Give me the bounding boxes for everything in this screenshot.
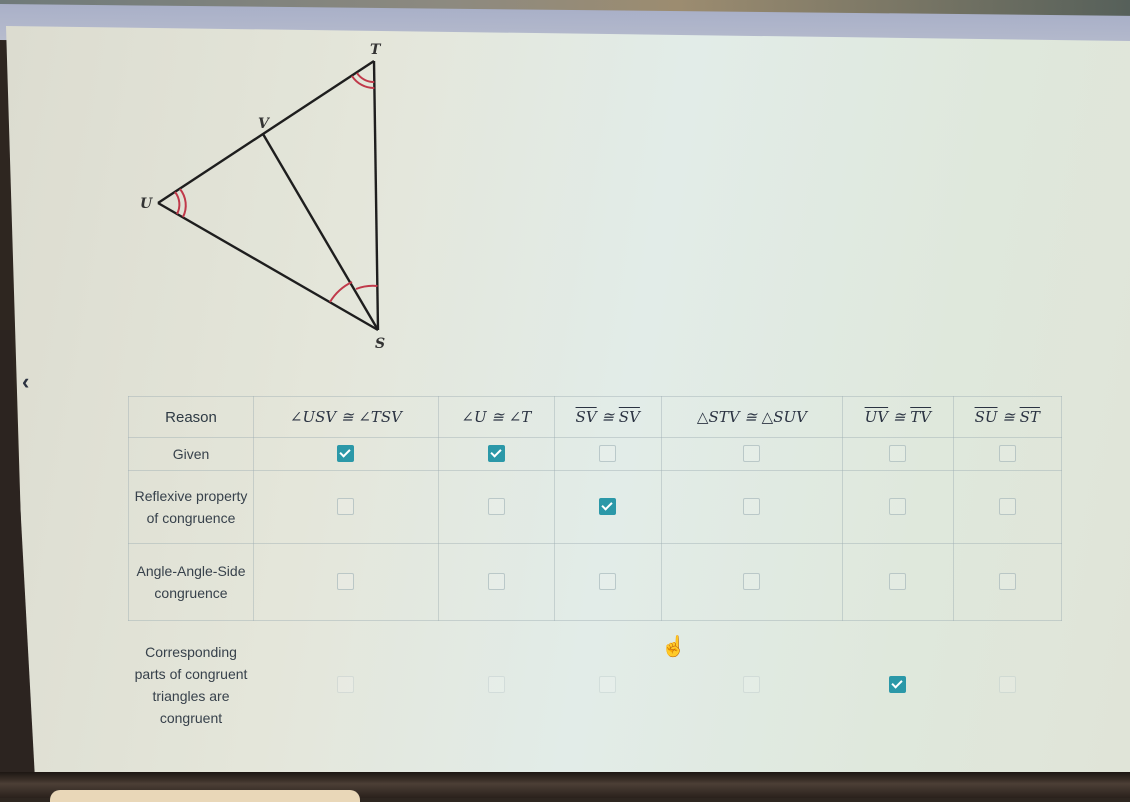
checkbox-r1-c6[interactable] bbox=[998, 445, 1016, 463]
checkbox-r3-c2[interactable] bbox=[487, 573, 505, 591]
grid-cell bbox=[842, 437, 954, 471]
row-cpctc: Corresponding parts of congruent triangl… bbox=[129, 621, 1062, 750]
checkbox-r1-c3[interactable] bbox=[599, 445, 617, 463]
statement-header-6: SU ≅ ST bbox=[952, 396, 1062, 438]
row-reflexive: Reflexive property of congruence bbox=[128, 470, 1062, 544]
reason-label: Reflexive property of congruence bbox=[128, 470, 254, 544]
row-aas: Angle-Angle-Side congruence bbox=[128, 543, 1062, 621]
vertex-label-u: U bbox=[140, 196, 153, 212]
grid-cell bbox=[842, 470, 954, 544]
grid-cell bbox=[437, 543, 555, 621]
segment-us bbox=[157, 201, 379, 332]
reason-label: Corresponding parts of congruent triangl… bbox=[134, 644, 248, 726]
grid-cell bbox=[952, 470, 1062, 544]
checkbox-r2-c5[interactable] bbox=[889, 498, 907, 516]
grid-cell bbox=[953, 621, 1062, 750]
grid-cell bbox=[438, 621, 554, 750]
grid-cell bbox=[553, 470, 662, 544]
grid-cell bbox=[254, 621, 439, 750]
checkbox-r2-c6[interactable] bbox=[998, 498, 1016, 516]
checkbox-r2-c1[interactable] bbox=[337, 498, 355, 516]
grid-cell bbox=[842, 543, 954, 621]
row-given: Given bbox=[128, 437, 1062, 471]
grid-cell bbox=[660, 543, 844, 621]
checkbox-r4-c5[interactable] bbox=[889, 676, 907, 694]
reason-label: Angle-Angle-Side congruence bbox=[128, 543, 254, 621]
checkbox-r3-c1[interactable] bbox=[337, 573, 355, 591]
checkbox-r3-c4[interactable] bbox=[743, 573, 761, 591]
statement-header-4: △STV ≅ △SUV bbox=[660, 396, 844, 438]
checkbox-r2-c2[interactable] bbox=[487, 498, 505, 516]
angle-mark-u-outer bbox=[179, 188, 187, 218]
angle-mark-u-inner bbox=[174, 191, 181, 215]
checkbox-r3-c6[interactable] bbox=[998, 573, 1016, 591]
segment-ts bbox=[372, 60, 380, 331]
triangle-figure: T V U S bbox=[140, 42, 385, 352]
statement-header-3: SV ≅ SV bbox=[553, 396, 662, 438]
statement-header-1: ∠USV ≅ ∠TSV bbox=[253, 396, 439, 438]
grid-cell bbox=[952, 437, 1062, 471]
back-chevron-icon[interactable]: ‹ bbox=[22, 371, 42, 393]
checkbox-r2-c3[interactable] bbox=[599, 498, 617, 516]
checkbox-r3-c3[interactable] bbox=[599, 573, 617, 591]
checkbox-r4-c4[interactable] bbox=[743, 676, 761, 694]
statement-header-2: ∠U ≅ ∠T bbox=[437, 396, 555, 438]
statement-header-5: UV ≅ TV bbox=[842, 396, 954, 438]
header-row: Reason ∠USV ≅ ∠TSV ∠U ≅ ∠T SV ≅ SV △STV … bbox=[128, 396, 1062, 438]
checkbox-r1-c1[interactable] bbox=[337, 445, 355, 463]
checkbox-r2-c4[interactable] bbox=[743, 498, 761, 516]
grid-cell bbox=[553, 437, 662, 471]
device-below-monitor bbox=[50, 790, 360, 802]
checkbox-r1-c4[interactable] bbox=[743, 445, 761, 463]
checkbox-r4-c6[interactable] bbox=[998, 676, 1016, 694]
checkbox-r3-c5[interactable] bbox=[889, 573, 907, 591]
proof-reason-grid: Reason ∠USV ≅ ∠TSV ∠U ≅ ∠T SV ≅ SV △STV … bbox=[128, 396, 1062, 749]
checkbox-r4-c3[interactable] bbox=[599, 676, 617, 694]
angle-mark-tsv bbox=[355, 284, 378, 290]
checkbox-r4-c1[interactable] bbox=[337, 676, 355, 694]
grid-cell bbox=[437, 470, 555, 544]
grid-cell bbox=[437, 437, 555, 471]
grid-cell bbox=[253, 470, 439, 544]
segment-tu bbox=[157, 59, 375, 205]
checkbox-r4-c2[interactable] bbox=[487, 676, 505, 694]
grid-cell bbox=[952, 543, 1062, 621]
grid-cell bbox=[253, 543, 439, 621]
grid-cell bbox=[660, 437, 844, 471]
reason-label: Given bbox=[128, 437, 254, 471]
reason-column-header: Reason bbox=[128, 396, 254, 438]
grid-cell bbox=[553, 543, 662, 621]
vertex-label-t: T bbox=[370, 42, 382, 58]
checkbox-r1-c2[interactable] bbox=[487, 445, 505, 463]
grid-cell bbox=[843, 621, 953, 750]
angle-mark-usv bbox=[329, 281, 353, 303]
grid-cell bbox=[554, 621, 661, 750]
vertex-label-s: S bbox=[375, 336, 385, 352]
checkbox-r1-c5[interactable] bbox=[889, 445, 907, 463]
segment-vs bbox=[261, 133, 380, 331]
triangle-diagram: T V U S bbox=[120, 30, 420, 360]
angle-mark-t-inner bbox=[356, 72, 375, 84]
grid-cell bbox=[661, 621, 843, 750]
grid-cell bbox=[660, 470, 844, 544]
grid-cell bbox=[253, 437, 439, 471]
